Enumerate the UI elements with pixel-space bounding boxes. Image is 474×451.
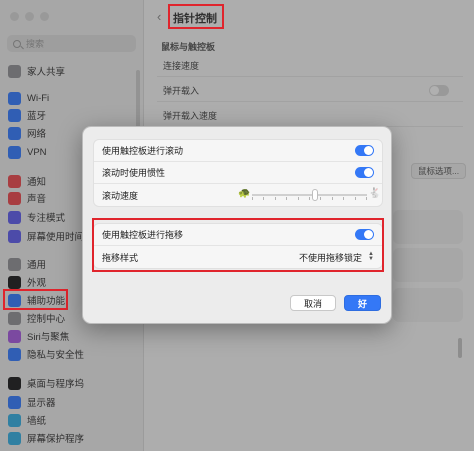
slider-ticks bbox=[252, 197, 367, 200]
highlight-accessibility-box bbox=[3, 289, 68, 310]
slider-tick bbox=[365, 197, 367, 200]
slider-tick bbox=[297, 197, 299, 200]
slider-tick bbox=[274, 197, 276, 200]
scroll-toggle[interactable] bbox=[355, 145, 374, 156]
ok-button[interactable]: 好 bbox=[343, 295, 381, 311]
turtle-icon: 🐢 bbox=[238, 188, 251, 199]
scroll-speed-row: 滚动速度 🐢 🐇 bbox=[94, 184, 382, 206]
slider-tick bbox=[343, 197, 345, 200]
dialog-buttons: 取消 好 bbox=[289, 295, 381, 311]
slider-tick bbox=[354, 197, 356, 200]
scroll-speed-slider[interactable]: 🐢 🐇 bbox=[238, 188, 381, 202]
inertia-row: 滚动时使用惯性 bbox=[94, 162, 382, 184]
slider-tick bbox=[320, 197, 322, 200]
inertia-label: 滚动时使用惯性 bbox=[102, 168, 166, 178]
slider-track bbox=[252, 194, 367, 196]
inertia-toggle[interactable] bbox=[355, 167, 374, 178]
scroll-settings-group: 使用触控板进行滚动 滚动时使用惯性 滚动速度 🐢 🐇 bbox=[93, 139, 383, 207]
slider-knob[interactable] bbox=[312, 189, 319, 201]
scroll-row: 使用触控板进行滚动 bbox=[94, 140, 382, 162]
scroll-speed-label: 滚动速度 bbox=[102, 190, 139, 201]
slider-tick bbox=[263, 197, 265, 200]
highlight-title-box bbox=[168, 4, 224, 29]
slider-tick bbox=[252, 197, 253, 200]
scroll-label: 使用触控板进行滚动 bbox=[102, 146, 184, 156]
rabbit-icon: 🐇 bbox=[368, 188, 381, 199]
slider-tick bbox=[331, 197, 333, 200]
cancel-button[interactable]: 取消 bbox=[289, 295, 336, 311]
highlight-drag-box bbox=[92, 218, 384, 272]
slider-tick bbox=[286, 197, 288, 200]
slider-tick bbox=[308, 197, 310, 200]
